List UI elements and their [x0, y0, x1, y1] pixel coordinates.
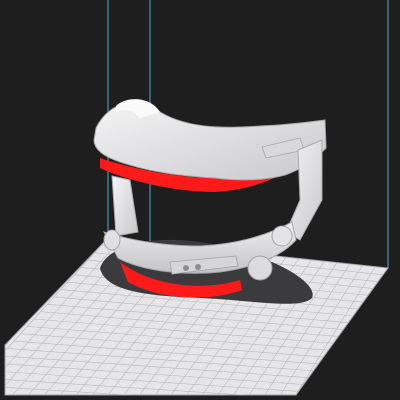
vent-hole-icon	[183, 265, 189, 271]
scene-canvas[interactable]	[0, 0, 400, 400]
3d-print-viewport[interactable]	[0, 0, 400, 400]
mask-left-strut	[111, 175, 139, 237]
mask-right-canister	[247, 255, 273, 281]
vent-hole-icon	[195, 264, 201, 270]
mask-left-dial	[103, 229, 121, 251]
mask-right-dial	[271, 225, 293, 247]
